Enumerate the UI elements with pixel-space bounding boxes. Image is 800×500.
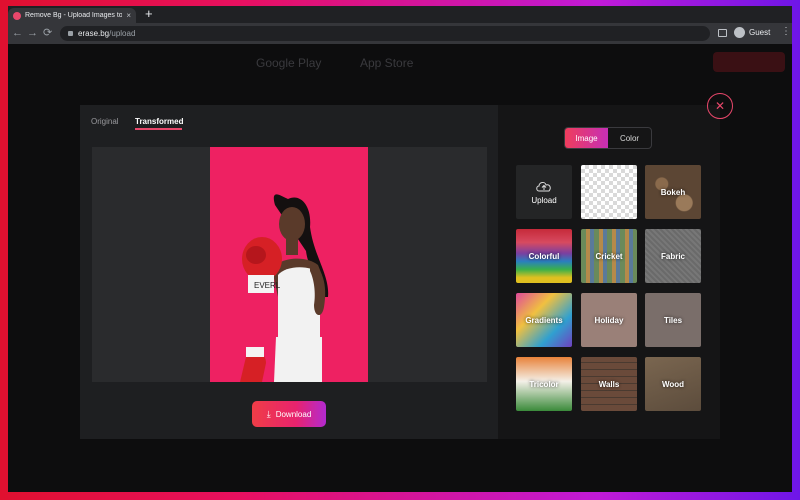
transparent-background-tile[interactable] [581, 165, 637, 219]
guest-avatar-icon [734, 27, 745, 38]
download-icon: ⤓ [266, 408, 271, 419]
download-label: Download [275, 409, 312, 419]
close-modal-button[interactable]: ✕ [707, 93, 733, 119]
toggle-image[interactable]: Image [565, 128, 608, 148]
browser-tab[interactable]: Remove Bg - Upload Images to × [8, 8, 136, 23]
tiles-tile-label: Tiles [663, 315, 683, 325]
walls-tile-label: Walls [598, 379, 620, 389]
woman-boxing-glove-image: EVERL [240, 194, 329, 382]
bg-nav-google-play: Google Play [256, 56, 322, 70]
background-tiles-grid: Upload Bokeh Colorful Cricket Fabric Gra… [516, 165, 702, 413]
fabric-background-tile[interactable]: Fabric [645, 229, 701, 283]
upload-background-tile[interactable]: Upload [516, 165, 572, 219]
wood-tile-label: Wood [661, 379, 685, 389]
upload-cloud-icon [536, 181, 551, 191]
browser-menu-icon[interactable]: ⋮ [781, 25, 791, 39]
url-path: /upload [109, 29, 136, 38]
gradients-tile-label: Gradients [525, 315, 563, 325]
url-host: erase.bg [78, 29, 110, 38]
favicon-icon [13, 11, 21, 20]
side-panel-icon[interactable] [718, 29, 727, 37]
upload-tile-label: Upload [531, 195, 557, 205]
close-icon: ✕ [714, 99, 726, 113]
tricolor-background-tile[interactable]: Tricolor [516, 357, 572, 411]
back-arrow-icon[interactable]: ← [12, 26, 23, 40]
profile-button[interactable]: Guest [734, 27, 770, 38]
holiday-background-tile[interactable]: Holiday [581, 293, 637, 347]
result-modal: Original Transformed EVERL ⤓ Download Im… [80, 105, 720, 439]
tab-transformed[interactable]: Transformed [135, 117, 183, 126]
profile-label: Guest [749, 28, 771, 37]
download-button[interactable]: ⤓ Download [252, 401, 326, 427]
browser-toolbar: ← → ⟳ erase.bg/upload Guest ⋮ [8, 23, 792, 44]
mode-toggle: Image Color [564, 127, 652, 149]
bg-cta-button [713, 52, 785, 72]
tab-strip: Remove Bg - Upload Images to × + [8, 6, 792, 23]
bokeh-background-tile[interactable]: Bokeh [645, 165, 701, 219]
bokeh-tile-label: Bokeh [660, 187, 686, 197]
wood-background-tile[interactable]: Wood [645, 357, 701, 411]
preview-panel: Original Transformed EVERL ⤓ Download [80, 105, 498, 439]
browser-window: Remove Bg - Upload Images to × + ← → ⟳ e… [8, 6, 792, 492]
lock-icon [68, 31, 73, 36]
address-bar[interactable]: erase.bg/upload [60, 26, 710, 41]
svg-text:EVERL: EVERL [254, 281, 281, 290]
tiles-background-tile[interactable]: Tiles [645, 293, 701, 347]
active-tab-underline [135, 128, 182, 130]
tab-original[interactable]: Original [91, 117, 119, 126]
tricolor-tile-label: Tricolor [529, 379, 559, 389]
holiday-tile-label: Holiday [594, 315, 624, 325]
tab-title: Remove Bg - Upload Images to [25, 12, 123, 19]
url-text: erase.bg/upload [78, 29, 135, 38]
bg-nav-app-store: App Store [360, 56, 414, 70]
colorful-tile-label: Colorful [528, 251, 560, 261]
cricket-tile-label: Cricket [595, 251, 623, 261]
walls-background-tile[interactable]: Walls [581, 357, 637, 411]
forward-arrow-icon[interactable]: → [27, 26, 38, 40]
reload-icon[interactable]: ⟳ [43, 26, 52, 40]
new-tab-button[interactable]: + [145, 7, 153, 21]
image-preview-area: EVERL [92, 147, 487, 382]
background-picker-panel: Image Color Upload Bokeh Colorful Cricke… [498, 105, 720, 439]
toggle-color[interactable]: Color [608, 128, 651, 148]
close-tab-icon[interactable]: × [126, 11, 131, 20]
fabric-tile-label: Fabric [660, 251, 685, 261]
cricket-background-tile[interactable]: Cricket [581, 229, 637, 283]
gradients-background-tile[interactable]: Gradients [516, 293, 572, 347]
colorful-background-tile[interactable]: Colorful [516, 229, 572, 283]
transformed-photo: EVERL [210, 147, 368, 382]
